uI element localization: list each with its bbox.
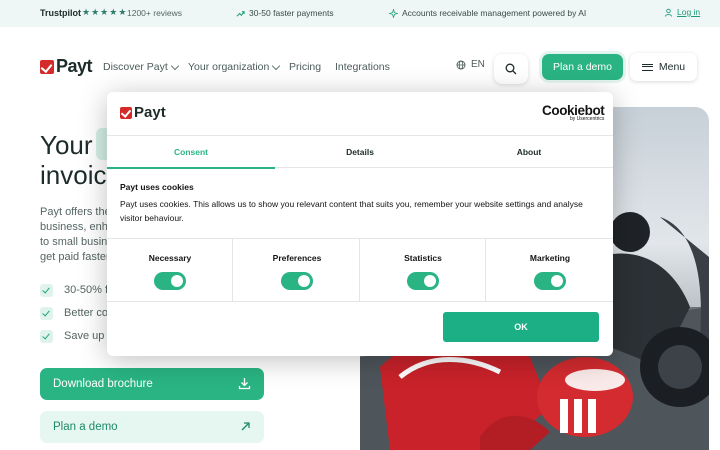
nav-item-label: Your organization — [188, 61, 270, 73]
download-icon — [238, 378, 251, 390]
toggle-label: Statistics — [404, 253, 442, 263]
preferences-toggle[interactable] — [281, 272, 313, 290]
hero-title-line1: Your — [40, 130, 93, 160]
dialog-logo-text: Payt — [134, 104, 166, 121]
toggle-label: Marketing — [529, 253, 571, 263]
nav-your-organization[interactable]: Your organization — [188, 61, 281, 73]
nav-integrations[interactable]: Integrations — [335, 61, 390, 73]
menu-button[interactable]: Menu — [630, 53, 697, 81]
toggle-preferences-cell: Preferences — [234, 239, 360, 302]
toggle-statistics-cell: Statistics — [360, 239, 486, 302]
tab-about[interactable]: About — [445, 136, 613, 168]
language-label: EN — [471, 59, 485, 70]
star-icon: ★ — [91, 7, 100, 17]
hamburger-icon — [641, 63, 653, 71]
language-selector[interactable]: EN — [456, 59, 485, 70]
star-icon: ★ — [109, 7, 118, 17]
hero-paragraph-line: get paid faster — [40, 251, 110, 263]
star-icon: ★ — [82, 7, 91, 17]
logo-text: Payt — [56, 56, 93, 76]
menu-label: Menu — [658, 61, 686, 73]
toggle-necessary-cell: Necessary — [107, 239, 233, 302]
benefit-item: 30-50% f — [64, 284, 109, 296]
toggle-marketing-cell: Marketing — [487, 239, 613, 302]
cookiebot-logo[interactable]: Cookiebot by Usercentrics — [542, 103, 605, 122]
chevron-down-icon — [272, 61, 281, 70]
nav-discover-payt[interactable]: Discover Payt — [103, 61, 180, 73]
benefit-item: Save up t — [64, 330, 111, 342]
usp-ai-label: Accounts receivable management powered b… — [402, 8, 587, 18]
nav-item-label: Pricing — [289, 61, 322, 73]
check-icon — [40, 330, 53, 343]
usp-ai: Accounts receivable management powered b… — [389, 8, 586, 18]
star-icon: ★ — [100, 7, 109, 17]
usp-faster-label: 30-50 faster payments — [249, 8, 334, 18]
reviews-count: 1200+ reviews — [127, 8, 183, 18]
plan-demo-secondary-button[interactable]: Plan a demo — [40, 411, 264, 443]
nav-item-label: Integrations — [335, 61, 390, 73]
necessary-toggle[interactable] — [154, 272, 186, 290]
plan-demo-button[interactable]: Plan a demo — [542, 54, 623, 80]
top-bar: Trustpilot ★ ★ ★ ★ ★ 1200+ reviews 30-50… — [0, 0, 720, 27]
search-button[interactable] — [494, 54, 528, 84]
search-icon — [505, 63, 517, 75]
globe-icon — [456, 60, 466, 69]
toggle-label: Preferences — [272, 253, 322, 263]
cookie-title: Payt uses cookies — [120, 182, 194, 192]
check-logo-icon — [120, 106, 132, 119]
benefit-item: Better co — [64, 307, 109, 319]
check-logo-icon — [40, 59, 54, 74]
marketing-toggle[interactable] — [534, 272, 566, 290]
trustpilot-brand[interactable]: Trustpilot — [40, 8, 81, 18]
dialog-payt-logo: Payt — [120, 104, 166, 121]
cookie-toggle-row: Necessary Preferences Statistics Marketi… — [107, 238, 613, 302]
cookie-consent-dialog: Payt Cookiebot by Usercentrics Consent D… — [107, 92, 613, 356]
plan-demo-label: Plan a demo — [53, 421, 118, 433]
download-brochure-label: Download brochure — [53, 378, 153, 390]
statistics-toggle[interactable] — [407, 272, 439, 290]
chevron-down-icon — [170, 61, 180, 70]
cookie-description: Payt uses cookies. This allows us to sho… — [120, 199, 583, 223]
ok-button[interactable]: OK — [443, 312, 599, 342]
nav-pricing[interactable]: Pricing — [289, 61, 321, 73]
star-half-icon: ★ — [118, 7, 127, 17]
tab-consent[interactable]: Consent — [107, 136, 275, 169]
nav-item-label: Discover Payt — [103, 61, 168, 73]
trend-up-icon — [236, 10, 245, 17]
hero-paragraph-line: business, enha — [40, 221, 110, 233]
tab-details[interactable]: Details — [276, 136, 444, 168]
usp-faster-payments: 30-50 faster payments — [236, 8, 334, 18]
rating-stars: ★ ★ ★ ★ ★ — [82, 7, 126, 18]
login-link[interactable]: Log in — [664, 7, 700, 17]
login-label: Log in — [677, 7, 701, 17]
user-icon — [664, 8, 673, 17]
hero-paragraph-line: to small busine — [40, 236, 110, 248]
hero-paragraph-line: Payt offers the — [40, 206, 110, 218]
toggle-label: Necessary — [148, 253, 192, 263]
check-icon — [40, 284, 53, 297]
download-brochure-button[interactable]: Download brochure — [40, 368, 264, 400]
hero-title-line2: invoic — [40, 160, 107, 190]
check-icon — [40, 307, 53, 320]
sparkle-icon — [389, 8, 398, 18]
payt-logo[interactable]: Payt — [40, 56, 93, 77]
dialog-tabs: Consent Details About — [107, 135, 613, 169]
arrow-up-right-icon — [241, 422, 250, 431]
